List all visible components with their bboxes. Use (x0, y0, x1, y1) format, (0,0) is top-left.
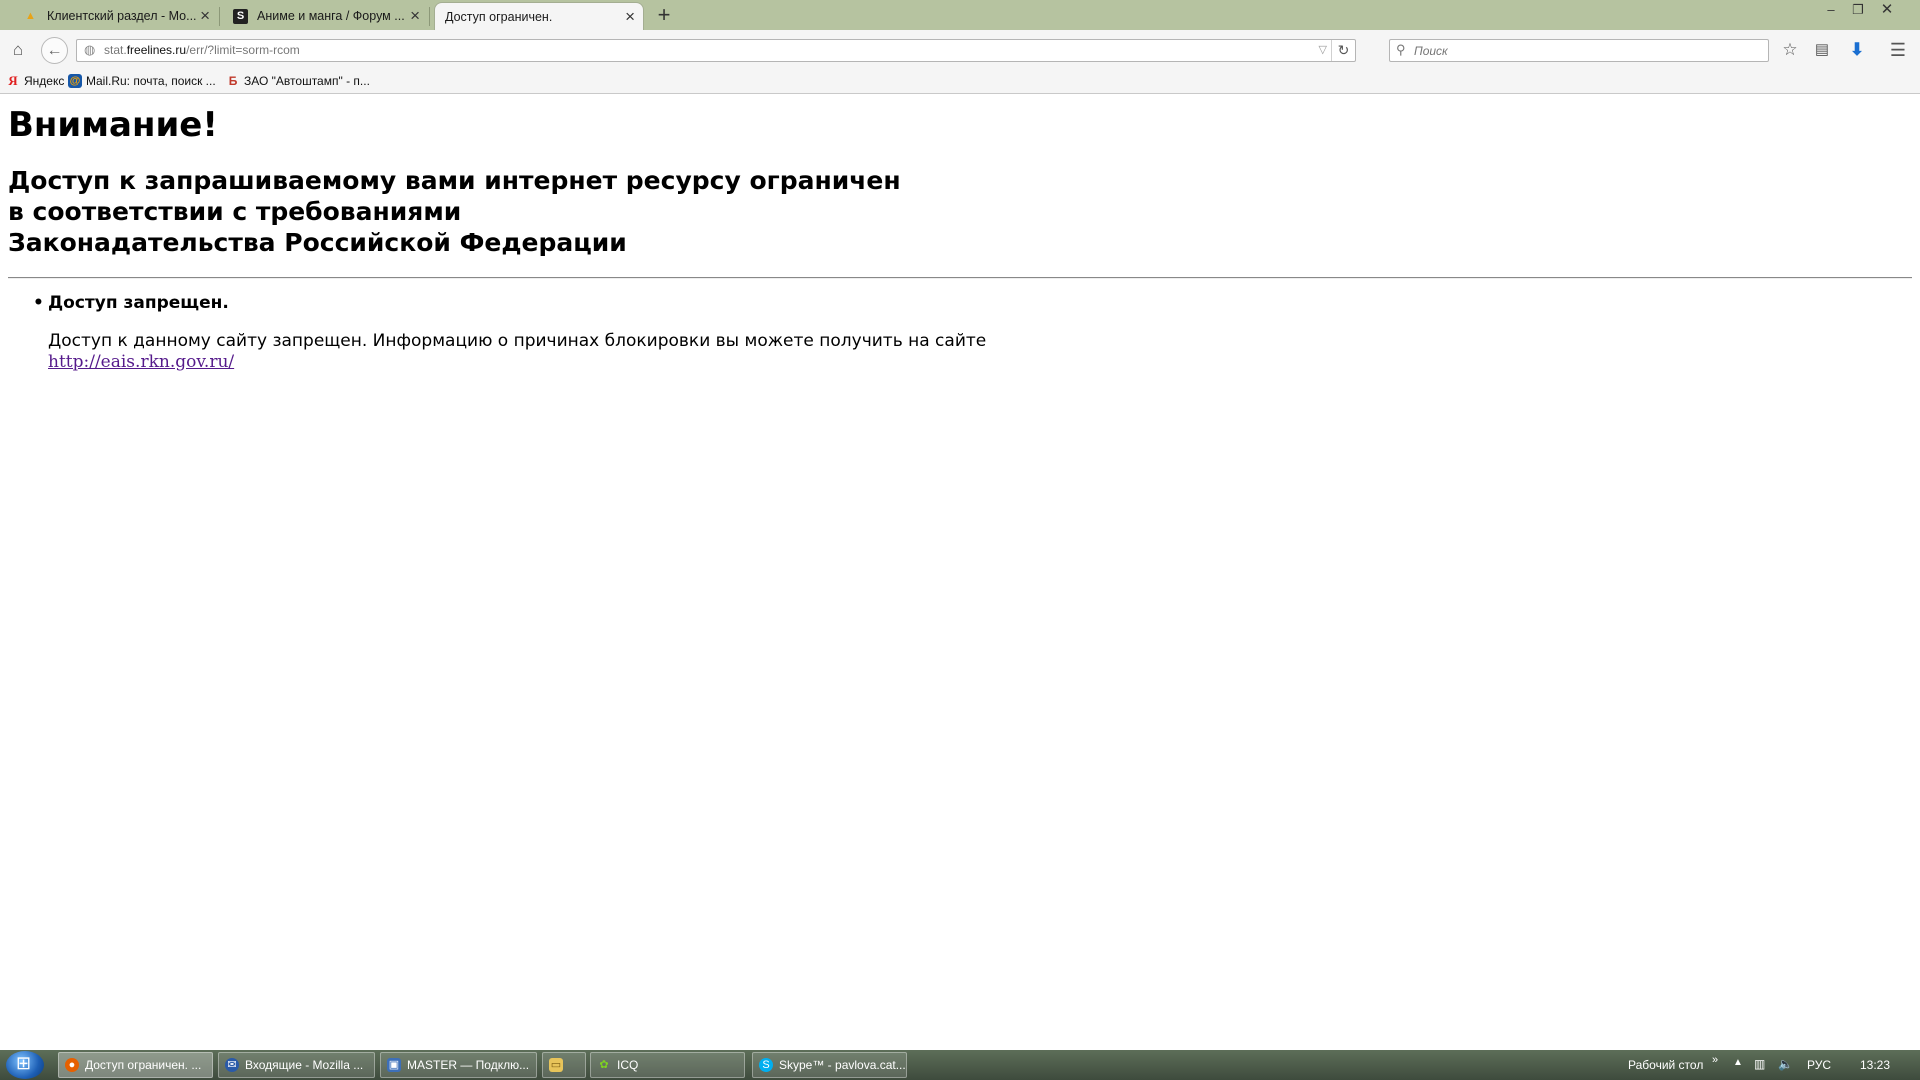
taskbar-item-skype[interactable]: S Skype™ - pavlova.cat... (752, 1052, 907, 1078)
taskbar-item-thunderbird[interactable]: ✉ Входящие - Mozilla ... (218, 1052, 375, 1078)
search-bar[interactable]: ⚲ (1389, 39, 1769, 62)
subtitle-line: Законадательства Российской Федерации (8, 228, 627, 257)
home-button[interactable]: ⌂ (6, 38, 30, 62)
history-dropdown-icon[interactable]: ▽ (1319, 43, 1327, 56)
close-icon[interactable]: × (410, 6, 420, 26)
start-button[interactable] (6, 1051, 44, 1079)
subtitle-line: Доступ к запрашиваемому вами интернет ре… (8, 166, 901, 195)
tab-anime-forum[interactable]: S Аниме и манга / Форум ... × (233, 2, 430, 30)
rkn-link[interactable]: http://eais.rkn.gov.ru/ (48, 352, 234, 372)
navigation-bar: ⌂ ← ◍ stat.freelines.ru/err/?limit=sorm-… (0, 30, 1920, 70)
search-input[interactable] (1414, 41, 1754, 60)
remote-desktop-icon: ▣ (387, 1058, 401, 1072)
horizontal-divider (8, 277, 1912, 279)
item-text: Доступ к данному сайту запрещен. Информа… (48, 331, 987, 351)
s-logo-icon: S (233, 9, 248, 24)
close-icon[interactable]: × (200, 6, 210, 26)
bookmark-star-button[interactable]: ☆ (1778, 38, 1802, 62)
subtitle-line: в соответствии с требованиями (8, 197, 462, 226)
taskbar-item-icq[interactable]: ✿ ICQ (590, 1052, 745, 1078)
desktop-toolbar-label[interactable]: Рабочий стол (1628, 1058, 1703, 1072)
taskbar-item-explorer[interactable]: ▭ (542, 1052, 586, 1078)
tab-label: Доступ ограничен. (445, 9, 553, 24)
downloads-button[interactable]: ⬇ (1845, 38, 1869, 62)
tab-strip: ▲ Клиентский раздел - Мо... × S Аниме и … (0, 0, 1920, 30)
bookmark-yandex[interactable]: Я Яндекс (6, 73, 64, 89)
yandex-icon: Я (8, 73, 18, 88)
bookmarks-toolbar: Я Яндекс @ Mail.Ru: почта, поиск ... Б З… (0, 70, 1920, 94)
page-content: Внимание! Доступ к запрашиваемому вами и… (0, 95, 1920, 1050)
close-window-button[interactable]: ✕ (1872, 0, 1902, 20)
expand-toolbar-icon[interactable]: » (1712, 1054, 1718, 1066)
page-title: Внимание! (8, 105, 218, 145)
clock[interactable]: 13:23 (1860, 1058, 1890, 1072)
tab-label: Аниме и манга / Форум ... (257, 9, 405, 23)
thunderbird-icon: ✉ (225, 1058, 239, 1072)
bullet-icon: • (33, 293, 44, 313)
avtoshtamp-icon: Б (228, 74, 238, 88)
folder-icon: ▭ (549, 1058, 563, 1072)
menu-button[interactable]: ☰ (1886, 38, 1910, 62)
url-bar[interactable]: ◍ stat.freelines.ru/err/?limit=sorm-rcom… (76, 39, 1356, 62)
firefox-icon: ● (65, 1058, 79, 1072)
tab-client-section[interactable]: ▲ Клиентский раздел - Мо... × (23, 2, 220, 30)
taskbar-item-firefox[interactable]: ● Доступ ограничен. ... (58, 1052, 213, 1078)
warning-icon: ▲ (25, 10, 36, 22)
reload-button[interactable]: ↻ (1331, 40, 1355, 61)
bookmark-avtoshtamp[interactable]: Б ЗАО "Автоштамп" - п... (226, 74, 370, 88)
close-icon[interactable]: × (625, 7, 635, 27)
bookmarks-menu-button[interactable]: ▤ (1810, 38, 1834, 62)
url-text[interactable]: stat.freelines.ru/err/?limit=sorm-rcom (104, 43, 300, 57)
network-icon[interactable]: ▥ (1754, 1057, 1765, 1071)
back-button[interactable]: ← (41, 37, 68, 64)
search-icon: ⚲ (1396, 42, 1406, 57)
globe-icon: ◍ (84, 42, 96, 57)
icq-flower-icon: ✿ (599, 1059, 609, 1071)
page-subtitle: Доступ к запрашиваемому вами интернет ре… (8, 165, 901, 258)
show-hidden-icons-icon[interactable]: ▲ (1733, 1057, 1743, 1068)
new-tab-button[interactable]: + (652, 2, 676, 28)
language-indicator[interactable]: РУС (1807, 1058, 1831, 1072)
mailru-icon: @ (68, 74, 82, 88)
tab-label: Клиентский раздел - Мо... (47, 9, 197, 23)
tab-access-restricted[interactable]: Доступ ограничен. × (434, 2, 644, 30)
item-heading: Доступ запрещен. (48, 293, 229, 313)
skype-icon: S (759, 1058, 773, 1072)
bookmark-mailru[interactable]: @ Mail.Ru: почта, поиск ... (68, 74, 216, 88)
restore-button[interactable]: ❐ (1843, 0, 1873, 20)
taskbar-item-remote-desktop[interactable]: ▣ MASTER — Подклю... (380, 1052, 537, 1078)
taskbar: ● Доступ ограничен. ... ✉ Входящие - Moz… (0, 1050, 1920, 1080)
minimize-button[interactable]: – (1816, 0, 1846, 20)
volume-icon[interactable]: 🔈 (1778, 1057, 1793, 1071)
